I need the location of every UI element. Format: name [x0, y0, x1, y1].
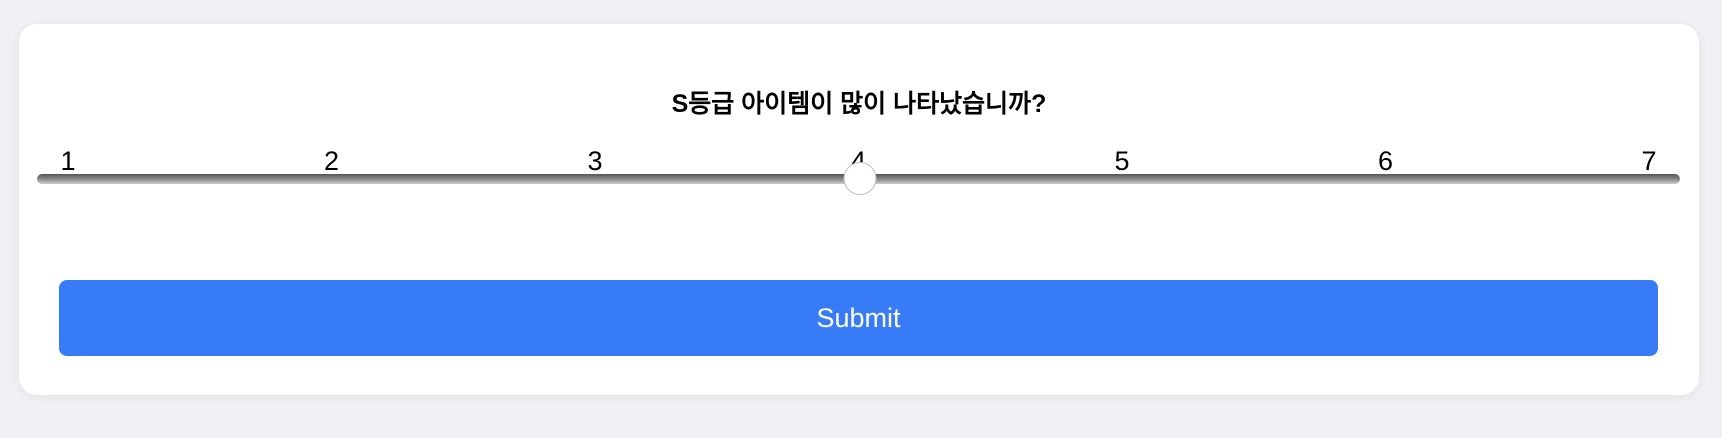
scale-label-5: 5: [1114, 146, 1130, 176]
slider-thumb[interactable]: [843, 162, 876, 195]
scale-label-3: 3: [587, 146, 603, 176]
scale-label-1: 1: [60, 146, 76, 176]
scale-label-6: 6: [1377, 146, 1394, 176]
survey-card: S등급 아이템이 많이 나타났습니까? 1234567 Submit: [19, 24, 1699, 395]
submit-button[interactable]: Submit: [59, 280, 1658, 356]
question-title: S등급 아이템이 많이 나타났습니까?: [671, 90, 1047, 118]
scale-label-7: 7: [1641, 146, 1657, 176]
scale-label-2: 2: [323, 146, 340, 176]
